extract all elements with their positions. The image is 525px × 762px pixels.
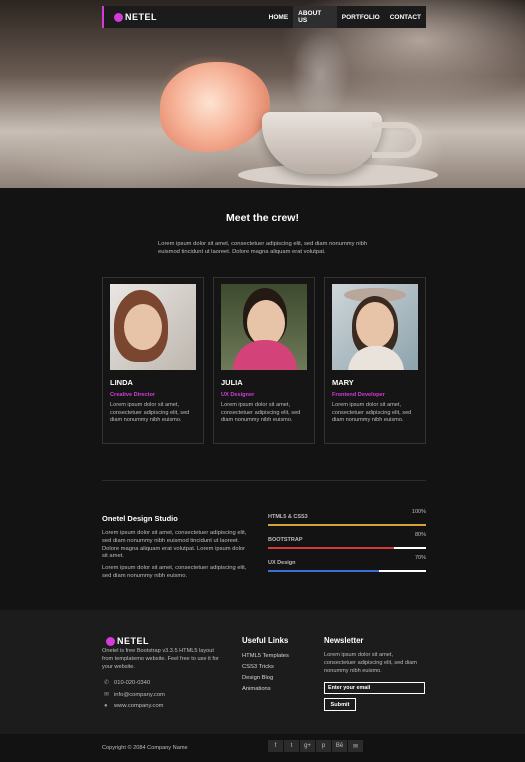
- crew-intro: Lorem ipsum dolor sit amet, consectetuer…: [158, 241, 368, 255]
- skill-percent: 70%: [414, 555, 426, 561]
- footer-link-html5-templates[interactable]: HTML5 Templates: [242, 653, 289, 659]
- skill-label: UX Design: [268, 560, 296, 566]
- newsletter-text: Lorem ipsum dolor sit amet, consectetuer…: [324, 652, 417, 674]
- nav-item-portfolio[interactable]: PORTFOLIO: [337, 6, 385, 28]
- pinterest-icon[interactable]: p: [316, 740, 331, 752]
- copyright: Copyright © 2084 Company Name: [102, 745, 188, 751]
- logo[interactable]: NETEL: [104, 12, 264, 22]
- skill-bar: [268, 570, 426, 572]
- phone-text: 010-020-0340: [114, 679, 151, 686]
- crew-desc: Lorem ipsum dolor sit amet, consectetuer…: [110, 402, 190, 424]
- crew-photo-mary: [332, 284, 418, 370]
- logo-dot-icon: [106, 636, 115, 646]
- twitter-icon[interactable]: t: [284, 740, 299, 752]
- newsletter-title: Newsletter: [324, 636, 364, 645]
- crew-desc: Lorem ipsum dolor sit amet, consectetuer…: [221, 402, 301, 424]
- website-text[interactable]: www.company.com: [114, 703, 164, 709]
- crew-card-linda: LINDA Creative Director Lorem ipsum dolo…: [102, 277, 204, 444]
- footer-logo-text: NETEL: [117, 636, 150, 646]
- crew-desc: Lorem ipsum dolor sit amet, consectetuer…: [332, 402, 412, 424]
- skill-bar-fill: [268, 570, 379, 572]
- nav-item-about-us[interactable]: ABOUT US: [293, 6, 337, 28]
- contact-phone: ✆ 010-020-0340: [104, 679, 151, 687]
- teacup-handle: [372, 122, 422, 158]
- rose: [160, 62, 270, 152]
- contact-email[interactable]: ✉ info@company.com: [104, 691, 165, 699]
- studio-paragraph-1: Lorem ipsum dolor sit amet, consectetuer…: [102, 530, 247, 560]
- envelope-icon: ✉: [104, 692, 110, 698]
- social-links: f t g+ p Bē ✉: [268, 740, 363, 752]
- skill-label: BOOTSTRAP: [268, 537, 303, 543]
- skill-bar: [268, 524, 426, 526]
- useful-links-title: Useful Links: [242, 636, 289, 645]
- bottom-bar: [0, 734, 525, 762]
- hero-image: [0, 0, 525, 188]
- skill-html5-css3: HTML5 & CSS3 100%: [268, 509, 426, 526]
- skill-bar-fill: [268, 547, 395, 549]
- footer-link-animations[interactable]: Animations: [242, 686, 271, 692]
- newsletter-email-input[interactable]: [324, 682, 425, 694]
- google-plus-icon[interactable]: g+: [300, 740, 315, 752]
- crew-name: MARY: [332, 378, 354, 387]
- crew-card-julia: JULIA UX Designer Lorem ipsum dolor sit …: [213, 277, 315, 444]
- crew-photo-julia: [221, 284, 307, 370]
- skill-bootstrap: BOOTSTRAP 80%: [268, 532, 426, 549]
- skill-ux-design: UX Design 70%: [268, 555, 426, 572]
- footer: [0, 610, 525, 734]
- mail-icon[interactable]: ✉: [348, 740, 363, 752]
- newsletter-submit-button[interactable]: Submit: [324, 698, 356, 711]
- crew-role: UX Designer: [221, 392, 255, 398]
- skill-percent: 80%: [414, 532, 426, 538]
- footer-link-css3-tricks[interactable]: CSS3 Tricks: [242, 664, 274, 670]
- crew-role: Creative Director: [110, 392, 156, 398]
- email-text[interactable]: info@company.com: [114, 692, 165, 698]
- crew-role: Frontend Developer: [332, 392, 385, 398]
- phone-icon: ✆: [104, 680, 110, 686]
- footer-link-design-blog[interactable]: Design Blog: [242, 675, 273, 681]
- footer-about: Onetel is free Bootstrap v3.3.5 HTML5 la…: [102, 648, 219, 670]
- logo-text: NETEL: [125, 12, 158, 22]
- globe-icon: ●: [104, 703, 108, 709]
- crew-card-mary: MARY Frontend Developer Lorem ipsum dolo…: [324, 277, 426, 444]
- steam: [290, 30, 350, 120]
- skill-bar-fill: [268, 524, 426, 526]
- contact-website[interactable]: ● www.company.com: [104, 703, 164, 709]
- nav-item-home[interactable]: HOME: [264, 6, 294, 28]
- nav-menu: HOME ABOUT US PORTFOLIO CONTACT: [264, 6, 426, 28]
- footer-logo[interactable]: NETEL: [106, 636, 149, 646]
- navbar: NETEL HOME ABOUT US PORTFOLIO CONTACT: [102, 6, 426, 28]
- skill-label: HTML5 & CSS3: [268, 514, 308, 520]
- skill-bar: [268, 547, 426, 549]
- skill-percent: 100%: [411, 509, 426, 515]
- section-divider: [102, 480, 426, 481]
- facebook-icon[interactable]: f: [268, 740, 283, 752]
- logo-dot-icon: [114, 12, 123, 22]
- behance-icon[interactable]: Bē: [332, 740, 347, 752]
- nav-item-contact[interactable]: CONTACT: [385, 6, 426, 28]
- crew-photo-linda: [110, 284, 196, 370]
- studio-paragraph-2: Lorem ipsum dolor sit amet, consectetuer…: [102, 565, 247, 579]
- crew-name: JULIA: [221, 378, 243, 387]
- crew-title: Meet the crew!: [226, 212, 299, 224]
- studio-title: Onetel Design Studio: [102, 514, 178, 523]
- crew-name: LINDA: [110, 378, 133, 387]
